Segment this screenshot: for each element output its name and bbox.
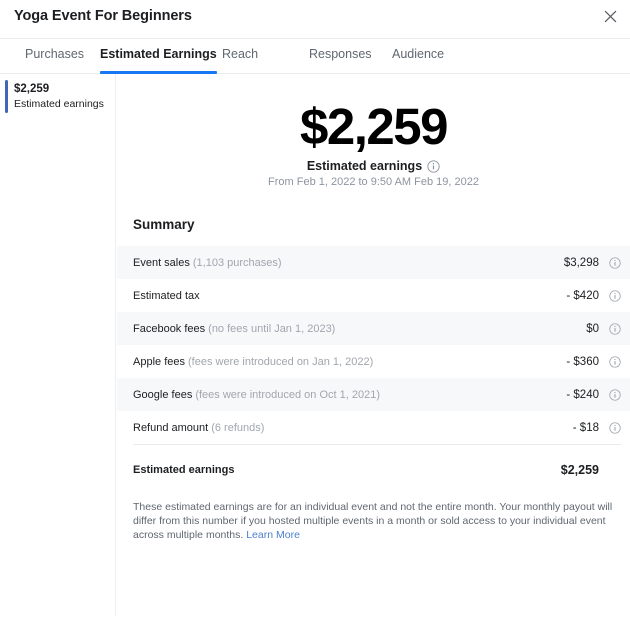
row-label: Facebook fees xyxy=(133,323,205,335)
table-row[interactable]: Refund amount (6 refunds) - $18 xyxy=(117,411,630,444)
hero-subtitle: Estimated earnings xyxy=(307,159,422,173)
sidebar-item-label: Estimated earnings xyxy=(14,97,109,111)
row-label: Google fees xyxy=(133,389,192,401)
earnings-hero: $2,259 Estimated earnings From Feb 1, 20… xyxy=(117,74,630,188)
info-icon[interactable] xyxy=(609,323,621,335)
row-info-slot[interactable] xyxy=(599,290,621,302)
page-title: Yoga Event For Beginners xyxy=(14,8,192,24)
table-row[interactable]: Google fees (fees were introduced on Oct… xyxy=(117,378,630,411)
table-row[interactable]: Estimated tax - $420 xyxy=(117,279,630,312)
tab-responses[interactable]: Responses xyxy=(309,47,372,71)
sidebar: $2,259 Estimated earnings xyxy=(0,74,116,616)
row-amount: $0 xyxy=(586,323,599,335)
tab-purchases[interactable]: Purchases xyxy=(25,47,84,71)
info-icon[interactable] xyxy=(609,422,621,434)
close-button[interactable] xyxy=(599,5,621,27)
row-amount: - $240 xyxy=(566,389,599,401)
total-amount: $2,259 xyxy=(561,463,599,477)
info-icon[interactable] xyxy=(427,160,440,173)
table-row[interactable]: Facebook fees (no fees until Jan 1, 2023… xyxy=(117,312,630,345)
footnote-text: These estimated earnings are for an indi… xyxy=(133,501,612,541)
row-note: (1,103 purchases) xyxy=(193,257,282,269)
row-label: Refund amount xyxy=(133,422,208,434)
row-amount: - $18 xyxy=(573,422,599,434)
info-icon[interactable] xyxy=(609,290,621,302)
tab-audience[interactable]: Audience xyxy=(392,47,444,71)
total-label: Estimated earnings xyxy=(133,464,234,476)
hero-date-range: From Feb 1, 2022 to 9:50 AM Feb 19, 2022 xyxy=(117,176,630,188)
dialog-header: Yoga Event For Beginners xyxy=(0,0,630,39)
tab-reach[interactable]: Reach xyxy=(222,47,258,71)
tab-estimated-earnings[interactable]: Estimated Earnings xyxy=(100,47,217,71)
footnote: These estimated earnings are for an indi… xyxy=(133,500,621,542)
hero-amount: $2,259 xyxy=(117,99,630,155)
row-info-slot[interactable] xyxy=(599,356,621,368)
sidebar-item-value: $2,259 xyxy=(14,82,109,97)
row-info-slot[interactable] xyxy=(599,389,621,401)
row-label: Event sales xyxy=(133,257,190,269)
summary-table: Event sales (1,103 purchases) $3,298 Est… xyxy=(117,246,630,486)
info-icon[interactable] xyxy=(609,257,621,269)
content-area: $2,259 Estimated earnings $2,259 Estimat… xyxy=(0,74,630,616)
row-label: Estimated tax xyxy=(133,290,200,302)
row-amount: - $420 xyxy=(566,290,599,302)
row-info-slot[interactable] xyxy=(599,323,621,335)
row-amount: $3,298 xyxy=(564,257,599,269)
main-panel: $2,259 Estimated earnings From Feb 1, 20… xyxy=(117,74,630,616)
hero-subtitle-row: Estimated earnings xyxy=(117,159,630,173)
info-icon[interactable] xyxy=(609,389,621,401)
row-info-slot[interactable] xyxy=(599,257,621,269)
row-amount: - $360 xyxy=(566,356,599,368)
summary-heading: Summary xyxy=(133,217,630,232)
row-note: (6 refunds) xyxy=(211,422,264,434)
close-icon xyxy=(604,10,617,23)
summary-total-row: Estimated earnings $2,259 xyxy=(117,453,630,486)
table-row[interactable]: Apple fees (fees were introduced on Jan … xyxy=(117,345,630,378)
row-info-slot[interactable] xyxy=(599,422,621,434)
learn-more-link[interactable]: Learn More xyxy=(246,528,300,542)
sidebar-item-estimated-earnings[interactable]: $2,259 Estimated earnings xyxy=(0,79,115,114)
table-row[interactable]: Event sales (1,103 purchases) $3,298 xyxy=(117,246,630,279)
info-icon[interactable] xyxy=(609,356,621,368)
row-note: (fees were introduced on Oct 1, 2021) xyxy=(195,389,380,401)
row-label: Apple fees xyxy=(133,356,185,368)
row-note: (no fees until Jan 1, 2023) xyxy=(208,323,335,335)
tab-bar: Purchases Estimated Earnings Reach Respo… xyxy=(0,39,630,74)
row-note: (fees were introduced on Jan 1, 2022) xyxy=(188,356,373,368)
